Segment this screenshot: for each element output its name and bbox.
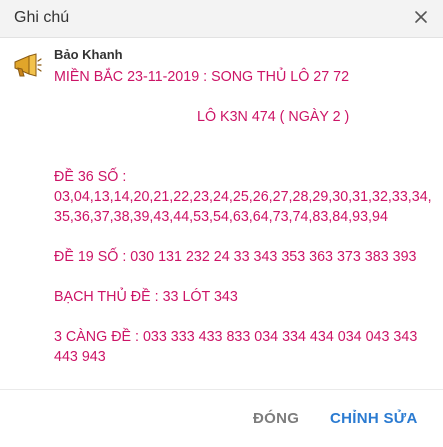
note-line <box>54 147 429 167</box>
note-line: 35,36,37,38,39,43,44,53,54,63,64,73,74,8… <box>54 209 388 225</box>
note-line <box>54 267 429 287</box>
megaphone-icon <box>12 52 42 80</box>
note-author: Bảo Khanh <box>54 47 123 62</box>
dialog-header: Ghi chú <box>0 0 443 38</box>
note-line: 03,04,13,14,20,21,22,23,24,25,26,27,28,2… <box>54 189 432 205</box>
note-line <box>54 127 429 147</box>
note-line: ĐỀ 19 SỐ : 030 131 232 24 33 343 353 363… <box>54 249 417 265</box>
note-line: ĐỀ 36 SỐ : <box>54 169 127 185</box>
close-button[interactable]: ĐÓNG <box>253 410 299 427</box>
dialog-title: Ghi chú <box>14 9 70 26</box>
note-line <box>54 87 429 107</box>
footer-divider <box>0 389 443 390</box>
note-line: LÔ K3N 474 ( NGÀY 2 ) <box>54 109 350 125</box>
note-line: MIỀN BẮC 23-11-2019 : SONG THỦ LÔ 27 72 <box>54 69 350 85</box>
note-line <box>54 307 429 327</box>
note-line <box>54 227 429 247</box>
note-content: MIỀN BẮC 23-11-2019 : SONG THỦ LÔ 27 72 … <box>54 67 432 367</box>
close-icon[interactable] <box>411 7 431 27</box>
edit-button[interactable]: CHỈNH SỬA <box>330 410 418 427</box>
note-line: 3 CÀNG ĐỀ : 033 333 433 833 034 334 434 … <box>54 329 418 345</box>
note-line: 443 943 <box>54 349 106 365</box>
note-line: BẠCH THỦ ĐỀ : 33 LÓT 343 <box>54 289 238 305</box>
